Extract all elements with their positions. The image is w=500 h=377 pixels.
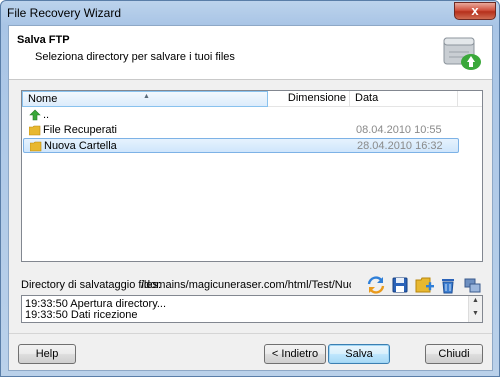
folder-icon	[30, 141, 42, 152]
wizard-header: Salva FTP Seleziona directory per salvar…	[9, 26, 492, 80]
column-header-name[interactable]: ▲ Nome	[22, 91, 268, 107]
list-item[interactable]: File Recuperati 08.04.2010 10:55	[23, 123, 459, 138]
log-scrollbar[interactable]: ▲ ▼	[468, 296, 482, 322]
page-subtitle: Seleziona directory per salvare i tuoi f…	[35, 51, 235, 63]
list-item-label: ..	[43, 109, 50, 121]
close-button[interactable]: Chiudi	[425, 344, 483, 364]
column-header-date[interactable]: Data	[350, 91, 458, 107]
page-title: Salva FTP	[17, 34, 70, 46]
folder-icon	[29, 125, 41, 136]
directory-list[interactable]: ▲ Nome Dimensione Data .. File Recuperat…	[21, 90, 483, 262]
list-item-parent[interactable]: ..	[23, 108, 459, 123]
column-header-size[interactable]: Dimensione	[268, 91, 350, 107]
close-window-button[interactable]: x	[454, 2, 496, 20]
divider	[9, 333, 492, 334]
help-button[interactable]: Help	[18, 344, 76, 364]
save-directory-label: Directory di salvataggio files:	[21, 279, 162, 291]
log-panel[interactable]: 19:33:50 Apertura directory... 19:33:50 …	[21, 295, 483, 323]
list-item-label: File Recuperati	[43, 124, 117, 136]
list-item-date: 08.04.2010 10:55	[356, 124, 442, 136]
back-button[interactable]: < Indietro	[264, 344, 326, 364]
scroll-up-icon[interactable]: ▲	[472, 297, 479, 304]
wizard-window: File Recovery Wizard x Salva FTP Selezio…	[0, 0, 500, 377]
log-line: 19:33:50 Dati ricezione	[25, 309, 138, 321]
save-button[interactable]: Salva	[328, 344, 390, 364]
scroll-down-icon[interactable]: ▼	[472, 310, 479, 317]
save-icon[interactable]	[390, 275, 410, 295]
list-item-label: Nuova Cartella	[44, 140, 117, 152]
refresh-icon[interactable]	[366, 275, 386, 295]
list-item-selected[interactable]: Nuova Cartella 28.04.2010 16:32	[23, 138, 459, 153]
delete-icon[interactable]	[438, 275, 458, 295]
list-item-date: 28.04.2010 16:32	[357, 140, 443, 152]
window-title: File Recovery Wizard	[7, 6, 122, 20]
up-arrow-icon	[29, 109, 41, 121]
ftp-server-icon	[443, 37, 481, 70]
new-folder-icon[interactable]	[414, 275, 434, 295]
sort-ascending-icon: ▲	[143, 93, 150, 100]
wizard-content: Salva FTP Seleziona directory per salvar…	[8, 25, 493, 371]
connection-icon[interactable]	[462, 275, 482, 295]
title-bar[interactable]: File Recovery Wizard x	[1, 1, 499, 25]
list-header: ▲ Nome Dimensione Data	[22, 91, 482, 107]
save-directory-path: /domains/magicuneraser.com/html/Test/Nuo…	[141, 279, 351, 291]
